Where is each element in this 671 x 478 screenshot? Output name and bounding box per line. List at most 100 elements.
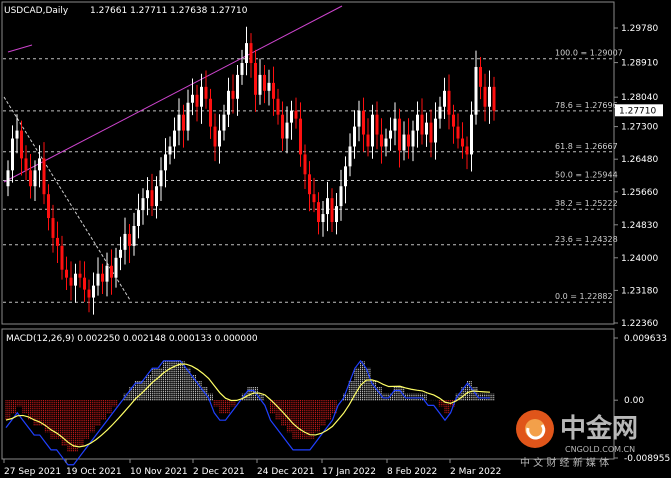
candle-body: [452, 114, 455, 127]
candle-body: [438, 106, 442, 119]
candle-body: [254, 62, 257, 95]
date-tick-label: 2 Mar 2022: [450, 467, 501, 477]
price-tick-label: 1.26480: [621, 155, 658, 165]
candle-body: [308, 174, 311, 195]
candle-body: [474, 66, 478, 115]
candle-body: [200, 86, 203, 107]
candle-body: [461, 138, 464, 147]
candle-body: [249, 43, 253, 63]
symbol-label: USDCAD,Daily: [4, 6, 69, 16]
candle-body: [33, 170, 37, 187]
candle-body: [159, 170, 163, 187]
candle-body: [51, 218, 55, 238]
candle-body: [128, 233, 131, 246]
macd-tick-label: 0.009633: [624, 334, 667, 344]
candle-body: [330, 198, 334, 223]
candle-body: [357, 110, 361, 127]
fib-level-label: 50.0 = 1.25944: [555, 171, 618, 180]
candle-body: [425, 122, 428, 135]
price-tick-label: 1.27300: [621, 123, 658, 133]
price-tick-label: 1.28040: [621, 93, 658, 103]
candle-body: [362, 110, 365, 135]
candle-body: [416, 114, 419, 131]
candle-body: [411, 130, 415, 147]
candle-body: [150, 190, 154, 207]
fib-level-label: 78.6 = 1.27696: [555, 101, 618, 110]
candle-body: [236, 74, 239, 99]
candle-body: [56, 237, 59, 246]
candle-body: [204, 86, 208, 99]
candle-body: [191, 94, 194, 103]
candle-body: [218, 130, 221, 147]
candle-body: [47, 194, 50, 219]
candle-body: [326, 198, 329, 215]
date-tick-label: 24 Dec 2021: [257, 467, 315, 477]
fib-level-label: 38.2 = 1.25222: [555, 199, 618, 208]
candle-body: [290, 110, 293, 123]
trading-chart-window[interactable]: 中金网 CNGOLD.COM.CN 中 文 财 经 新 媒 体 100.0 = …: [0, 0, 671, 478]
candle-body: [15, 130, 19, 139]
candle-body: [29, 170, 32, 187]
candle-body: [60, 245, 64, 270]
fib-level-label: 100.0 = 1.29007: [555, 49, 623, 58]
watermark-domain: CNGOLD.COM.CN: [565, 445, 635, 454]
candle-body: [492, 86, 496, 111]
current-price-marker: 1.27710: [615, 104, 663, 117]
candle-body: [470, 114, 473, 155]
price-tick-label: 1.24830: [621, 221, 658, 231]
candle-body: [434, 118, 437, 143]
date-tick-label: 19 Oct 2021: [66, 467, 122, 477]
date-tick-label: 2 Dec 2021: [193, 467, 245, 477]
fib-level-label: 61.8 = 1.26667: [555, 142, 618, 151]
candle-body: [339, 186, 343, 207]
fib-level-label: 23.6 = 1.24328: [555, 235, 618, 244]
candle-body: [227, 90, 230, 115]
candle-body: [110, 265, 113, 278]
candle-body: [114, 257, 118, 278]
candle-body: [74, 273, 77, 286]
candle-body: [20, 130, 23, 159]
candle-body: [177, 114, 181, 131]
candle-body: [285, 122, 289, 139]
candle-body: [101, 273, 104, 282]
candle-body: [303, 154, 307, 175]
fib-level-label: 0.0 = 1.22882: [555, 292, 613, 301]
candle-body: [173, 130, 176, 147]
candle-body: [465, 146, 469, 155]
candle-body: [366, 134, 370, 147]
candle-body: [263, 74, 266, 91]
candle-body: [281, 114, 284, 139]
candle-body: [83, 277, 86, 290]
candle-body: [6, 170, 10, 187]
candle-body: [456, 126, 460, 139]
watermark-brand: 中金网: [560, 413, 638, 444]
candle-body: [299, 118, 302, 155]
price-tick-label: 1.28910: [621, 59, 658, 69]
candle-body: [69, 277, 73, 286]
candle-body: [65, 269, 68, 278]
candle-body: [317, 202, 320, 223]
candle-body: [119, 249, 122, 258]
candle-body: [42, 158, 46, 195]
candle-body: [272, 82, 275, 99]
watermark-tagline: 中 文 财 经 新 媒 体: [520, 456, 609, 469]
price-tick-label: 1.22360: [621, 319, 658, 329]
candle-body: [312, 194, 316, 203]
candle-body: [105, 265, 109, 282]
candle-body: [384, 138, 388, 147]
price-tick-label: 1.23180: [621, 286, 658, 296]
date-tick-label: 8 Feb 2022: [387, 467, 437, 477]
candle-body: [24, 158, 28, 171]
candle-body: [267, 82, 271, 91]
candle-body: [276, 98, 280, 115]
macd-tick-label: 0.00: [624, 396, 644, 406]
candle-body: [398, 118, 401, 151]
candle-body: [11, 138, 14, 171]
candle-body: [182, 114, 185, 131]
price-tick-label: 1.29780: [621, 24, 658, 34]
candle-body: [155, 186, 158, 207]
candle-body: [393, 118, 397, 131]
ohlc-label: 1.27661 1.27711 1.27638 1.27710: [90, 6, 248, 16]
candle-body: [353, 126, 356, 147]
candle-body: [344, 166, 347, 187]
